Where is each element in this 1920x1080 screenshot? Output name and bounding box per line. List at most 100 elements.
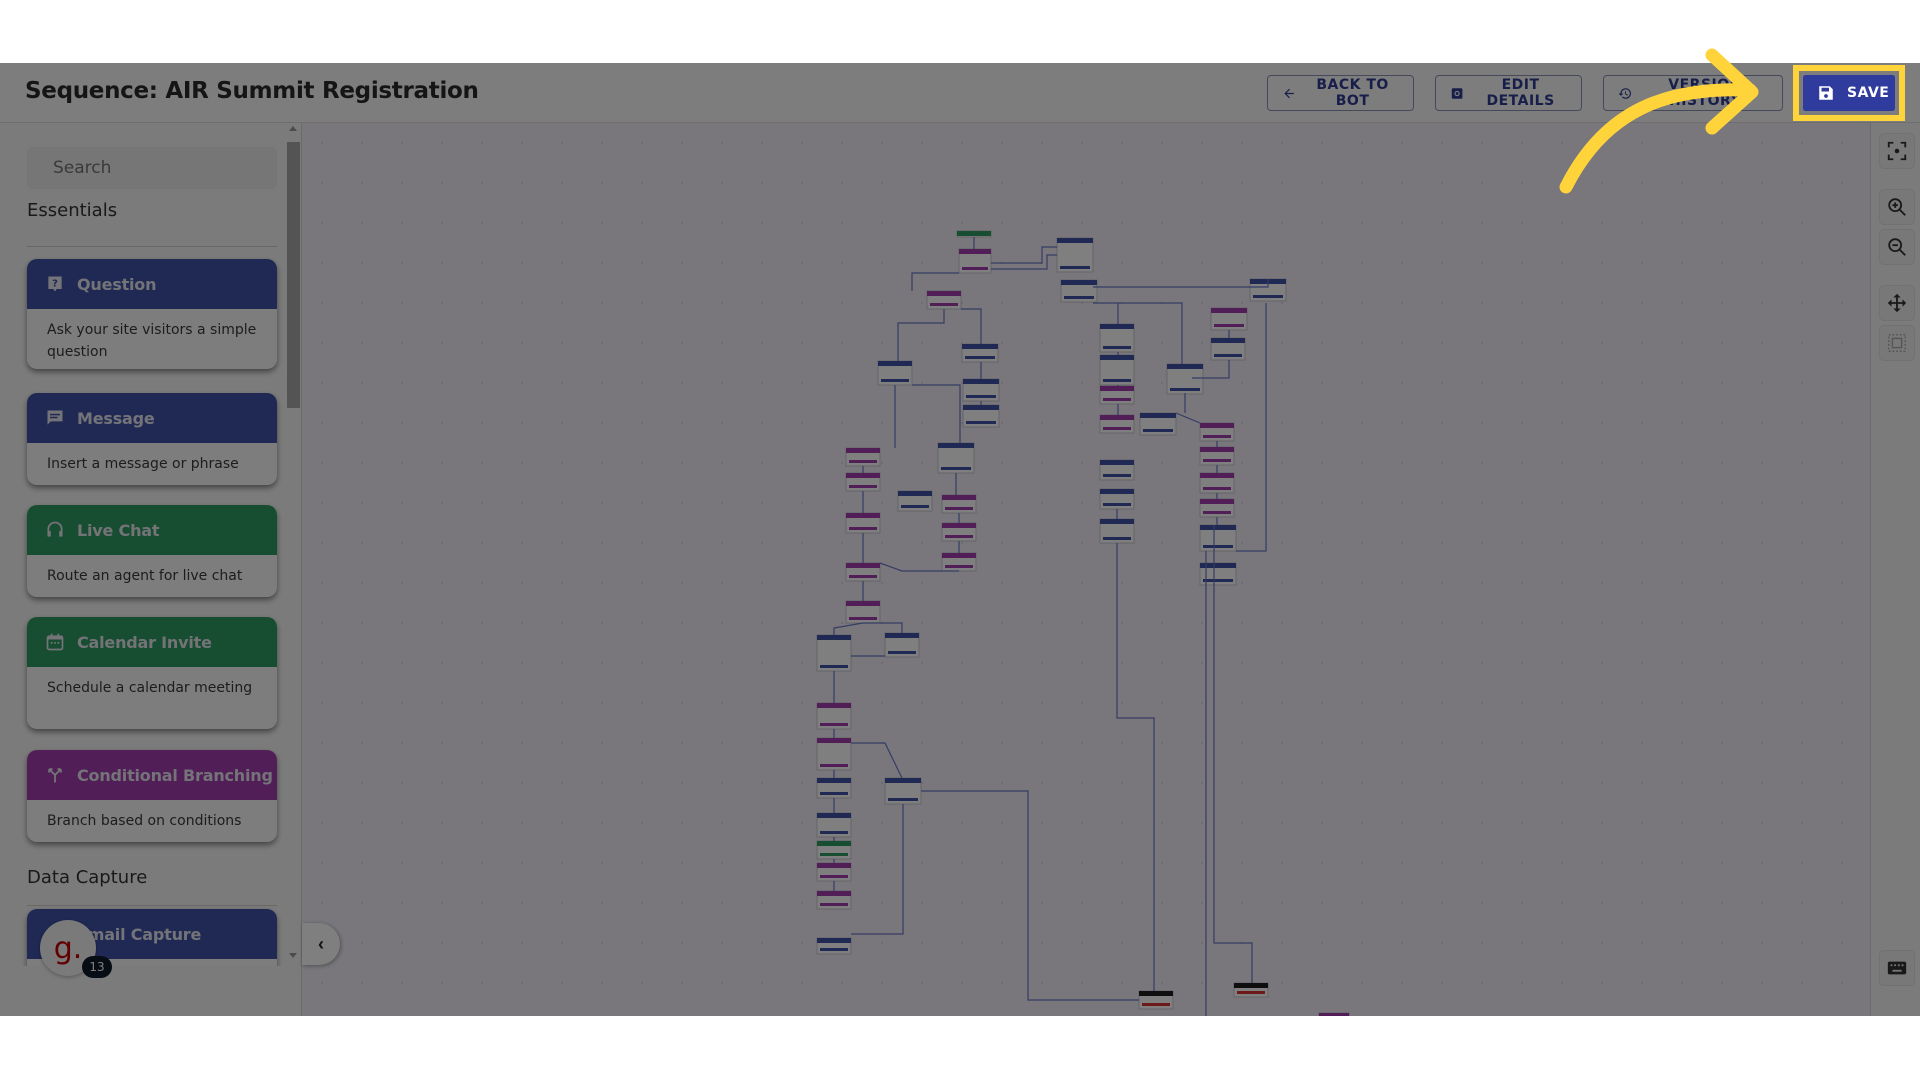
divider — [27, 905, 277, 906]
card-label: Calendar Invite — [77, 632, 212, 652]
flow-node[interactable] — [877, 360, 913, 386]
flow-node[interactable] — [941, 552, 977, 572]
flow-node-header — [959, 249, 991, 254]
flow-node[interactable] — [845, 512, 881, 534]
flow-connector — [1213, 525, 1253, 983]
card-label: Message — [77, 408, 155, 428]
flow-node[interactable] — [845, 447, 881, 467]
flow-node[interactable] — [1099, 323, 1135, 353]
flow-node[interactable] — [816, 737, 852, 771]
flow-node[interactable] — [962, 404, 1000, 428]
pan-button[interactable] — [1879, 285, 1915, 321]
zoom-in-button[interactable] — [1879, 189, 1915, 225]
flow-node-option — [820, 792, 848, 795]
flow-node[interactable] — [1099, 385, 1135, 405]
flow-node-option — [1064, 296, 1094, 299]
flow-node-header — [1100, 386, 1134, 391]
flow-node[interactable] — [816, 937, 852, 955]
flow-node[interactable] — [1199, 472, 1235, 494]
flow-node-header — [1140, 413, 1176, 418]
flow-node[interactable] — [1099, 518, 1135, 544]
flow-node[interactable] — [1099, 459, 1135, 481]
flow-node[interactable] — [941, 494, 977, 514]
flow-diagram[interactable] — [302, 123, 1870, 1016]
flow-node[interactable] — [816, 890, 852, 910]
keyboard-shortcuts-button[interactable] — [1879, 950, 1915, 986]
flow-node[interactable] — [816, 812, 852, 838]
flow-node[interactable] — [1099, 414, 1135, 434]
history-icon — [1618, 87, 1631, 99]
flow-node-header — [1100, 355, 1134, 360]
flow-node[interactable] — [1060, 279, 1098, 303]
flow-node[interactable] — [897, 490, 933, 512]
flow-node[interactable] — [1199, 524, 1237, 552]
card-description: Insert a message or phrase — [47, 456, 239, 472]
flow-node[interactable] — [961, 343, 999, 363]
flow-node[interactable] — [816, 777, 852, 799]
divider — [27, 246, 277, 247]
palette-item-conditional-branching[interactable]: Conditional Branching Branch based on co… — [27, 750, 277, 842]
flow-node[interactable] — [816, 702, 852, 730]
scroll-down-arrow[interactable] — [289, 953, 297, 958]
fit-view-button[interactable] — [1879, 133, 1915, 169]
flow-node[interactable] — [1210, 307, 1248, 331]
flow-node[interactable] — [1318, 1012, 1350, 1016]
flow-node-option — [1103, 379, 1131, 382]
flow-node-header — [963, 405, 999, 410]
palette-item-calendar-invite[interactable]: Calendar Invite Schedule a calendar meet… — [27, 617, 277, 729]
palette-item-message[interactable]: Message Insert a message or phrase — [27, 393, 277, 485]
flow-node[interactable] — [845, 600, 881, 624]
flow-node[interactable] — [816, 840, 852, 860]
flow-node-header — [885, 633, 919, 638]
flow-node[interactable] — [845, 562, 881, 582]
scroll-thumb[interactable] — [287, 142, 300, 408]
flow-node[interactable] — [884, 632, 920, 658]
section-title-essentials: Essentials — [27, 200, 118, 221]
flow-node[interactable] — [1233, 982, 1269, 998]
flow-node[interactable] — [1139, 412, 1177, 436]
back-to-bot-button[interactable]: BACK TO BOT — [1267, 75, 1414, 111]
palette-item-live-chat[interactable]: Live Chat Route an agent for live chat — [27, 505, 277, 597]
edit-details-label: EDIT DETAILS — [1486, 77, 1555, 109]
flow-node[interactable] — [937, 442, 975, 474]
flow-node[interactable] — [816, 634, 852, 672]
flow-node[interactable] — [962, 378, 1000, 402]
flow-node-option — [945, 535, 973, 538]
flow-node-option — [945, 507, 973, 510]
card-label: Conditional Branching — [77, 765, 273, 785]
flow-node-option — [966, 395, 996, 398]
zoom-out-button[interactable] — [1879, 229, 1915, 265]
flow-node[interactable] — [1199, 446, 1235, 466]
select-area-button[interactable] — [1879, 325, 1915, 361]
flow-node[interactable] — [1166, 363, 1204, 395]
flow-node[interactable] — [1138, 990, 1174, 1010]
flow-node[interactable] — [1199, 498, 1235, 518]
flow-node[interactable] — [884, 777, 922, 805]
flow-node[interactable] — [1099, 354, 1135, 386]
flow-connector — [1205, 551, 1207, 1016]
flow-node[interactable] — [926, 290, 962, 310]
scroll-up-arrow[interactable] — [289, 126, 297, 131]
flow-node-header — [898, 491, 932, 496]
edit-details-button[interactable]: EDIT DETAILS — [1435, 75, 1582, 111]
flow-node[interactable] — [956, 230, 992, 238]
flow-node-header — [1100, 460, 1134, 465]
flow-node-option — [1203, 459, 1231, 462]
save-button[interactable]: SAVE — [1803, 75, 1895, 111]
flow-node[interactable] — [845, 472, 881, 492]
question-icon: ? — [48, 276, 62, 292]
sidebar-scrollbar[interactable] — [287, 123, 300, 963]
version-history-button[interactable]: VERSION HISTORY — [1603, 75, 1783, 111]
search-input[interactable] — [27, 147, 277, 189]
flow-node[interactable] — [1099, 488, 1135, 510]
flow-node[interactable] — [816, 862, 852, 882]
flow-node[interactable] — [1056, 237, 1094, 273]
card-description: Schedule a calendar meeting — [47, 680, 253, 696]
flow-node-option — [849, 485, 877, 488]
flow-node[interactable] — [958, 248, 992, 274]
flow-canvas[interactable] — [302, 123, 1870, 1016]
palette-item-question[interactable]: ? Question Ask your site visitors a simp… — [27, 259, 277, 369]
flow-node[interactable] — [1210, 337, 1246, 361]
flow-node[interactable] — [941, 522, 977, 542]
flow-node[interactable] — [1199, 422, 1235, 442]
